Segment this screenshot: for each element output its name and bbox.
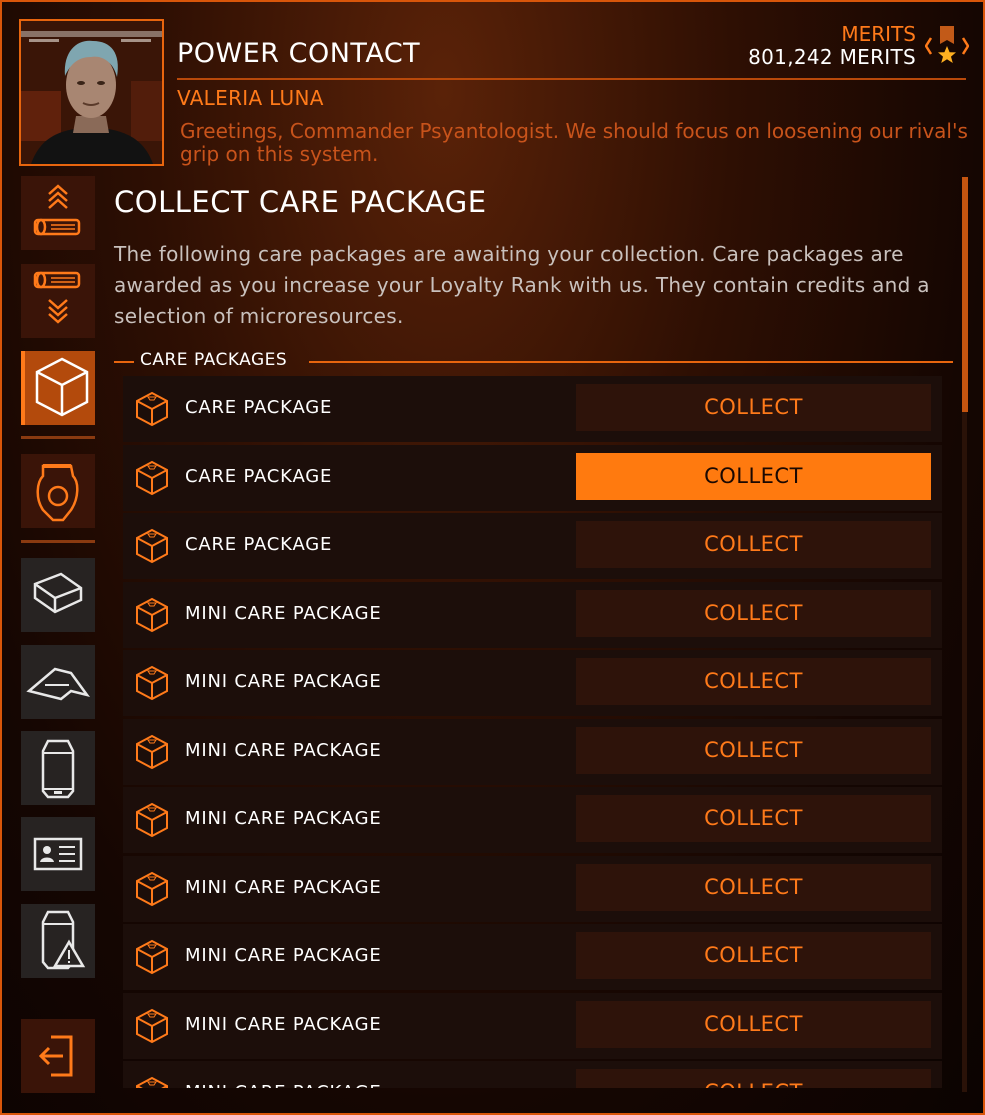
sidebar-ship-button[interactable] — [21, 645, 95, 719]
canister-icon — [41, 739, 75, 799]
package-icon — [136, 528, 168, 564]
header-divider — [177, 78, 966, 80]
package-label: CARE PACKAGE — [185, 465, 333, 487]
merits-value: 801,242 MERITS — [748, 45, 916, 69]
list-item[interactable]: MINI CARE PACKAGE COLLECT — [123, 581, 942, 648]
collect-button[interactable]: COLLECT — [576, 521, 931, 568]
collect-button[interactable]: COLLECT — [576, 589, 931, 637]
list-item[interactable]: MINI CARE PACKAGE COLLECT — [123, 924, 942, 990]
package-label: MINI CARE PACKAGE — [185, 739, 382, 761]
collect-button[interactable]: COLLECT — [576, 932, 931, 979]
collect-button[interactable]: COLLECT — [576, 452, 931, 500]
list-item[interactable]: MINI CARE PACKAGE COLLECT — [123, 992, 942, 1059]
cargo-icon — [33, 572, 83, 614]
sidebar-canister-button[interactable] — [21, 731, 95, 805]
package-icon — [136, 391, 168, 427]
list-item[interactable]: CARE PACKAGE COLLECT — [123, 513, 942, 579]
power-contact-icon — [36, 464, 79, 522]
package-icon — [136, 939, 168, 975]
page-title: POWER CONTACT — [177, 38, 421, 69]
care-package-icon — [35, 357, 89, 417]
section-title: COLLECT CARE PACKAGE — [114, 185, 487, 219]
sidebar-care-package-button[interactable] — [21, 351, 95, 425]
rank-up-icon — [33, 184, 81, 236]
sidebar-hazard-canister-button[interactable] — [21, 904, 95, 978]
list-item[interactable]: MINI CARE PACKAGE COLLECT — [123, 855, 942, 922]
collect-button[interactable]: COLLECT — [576, 863, 931, 911]
package-label: MINI CARE PACKAGE — [185, 876, 382, 898]
merits-rank-icon[interactable] — [925, 24, 969, 68]
package-label: MINI CARE PACKAGE — [185, 671, 382, 692]
contact-portrait — [19, 19, 164, 166]
package-label: CARE PACKAGE — [185, 397, 333, 418]
collect-button[interactable]: COLLECT — [576, 1000, 931, 1048]
scrollbar-thumb[interactable] — [962, 177, 968, 412]
sidebar-divider — [21, 540, 95, 543]
merits-label: MERITS — [841, 22, 916, 46]
package-label: CARE PACKAGE — [185, 534, 333, 555]
ship-icon — [26, 667, 91, 701]
rank-down-icon — [33, 271, 81, 324]
package-label: MINI CARE PACKAGE — [185, 945, 382, 966]
package-icon — [136, 460, 168, 495]
package-label: MINI CARE PACKAGE — [185, 1082, 382, 1088]
sidebar-divider — [21, 436, 95, 439]
sidebar-rank-down-button[interactable] — [21, 264, 95, 338]
collect-button[interactable]: COLLECT — [576, 795, 931, 842]
list-item[interactable]: MINI CARE PACKAGE COLLECT — [123, 650, 942, 716]
package-icon — [136, 802, 168, 838]
list-item[interactable]: MINI CARE PACKAGE COLLECT — [123, 787, 942, 853]
sidebar-power-contact-button[interactable] — [21, 454, 95, 528]
list-item[interactable]: MINI CARE PACKAGE COLLECT — [123, 718, 942, 785]
sidebar-rank-up-button[interactable] — [21, 176, 95, 250]
list-item[interactable]: MINI CARE PACKAGE COLLECT — [123, 1061, 942, 1088]
sidebar-cargo-button[interactable] — [21, 558, 95, 632]
id-card-icon — [33, 837, 83, 871]
package-icon — [136, 1008, 168, 1043]
exit-icon — [38, 1035, 73, 1077]
list-item[interactable]: CARE PACKAGE COLLECT — [123, 376, 942, 442]
package-icon — [136, 871, 168, 906]
package-label: MINI CARE PACKAGE — [185, 602, 382, 624]
window-frame: POWER CONTACT MERITS 801,242 MERITS VALE… — [0, 0, 985, 1115]
group-divider — [114, 361, 134, 363]
collect-button[interactable]: COLLECT — [576, 658, 931, 705]
collect-button[interactable]: COLLECT — [576, 726, 931, 774]
hazard-canister-icon — [41, 910, 86, 970]
sidebar-id-card-button[interactable] — [21, 817, 95, 891]
list-item[interactable]: CARE PACKAGE COLLECT — [123, 444, 942, 511]
package-label: MINI CARE PACKAGE — [185, 1013, 382, 1035]
care-package-list: CARE PACKAGE COLLECT CARE PACKAGE COLLECT CA… — [123, 376, 942, 1088]
package-icon — [136, 597, 168, 632]
package-icon — [136, 665, 168, 701]
contact-greeting: Greetings, Commander Psyantologist. We s… — [180, 119, 968, 166]
section-description: The following care packages are awaiting… — [114, 242, 930, 328]
group-label: CARE PACKAGES — [140, 350, 288, 370]
group-divider — [309, 361, 953, 363]
collect-button[interactable]: COLLECT — [576, 384, 931, 431]
package-label: MINI CARE PACKAGE — [185, 808, 382, 829]
package-icon — [136, 1076, 168, 1088]
package-icon — [136, 734, 168, 769]
contact-name: VALERIA LUNA — [177, 86, 324, 110]
sidebar-exit-button[interactable] — [21, 1019, 95, 1093]
collect-button[interactable]: COLLECT — [576, 1069, 931, 1088]
